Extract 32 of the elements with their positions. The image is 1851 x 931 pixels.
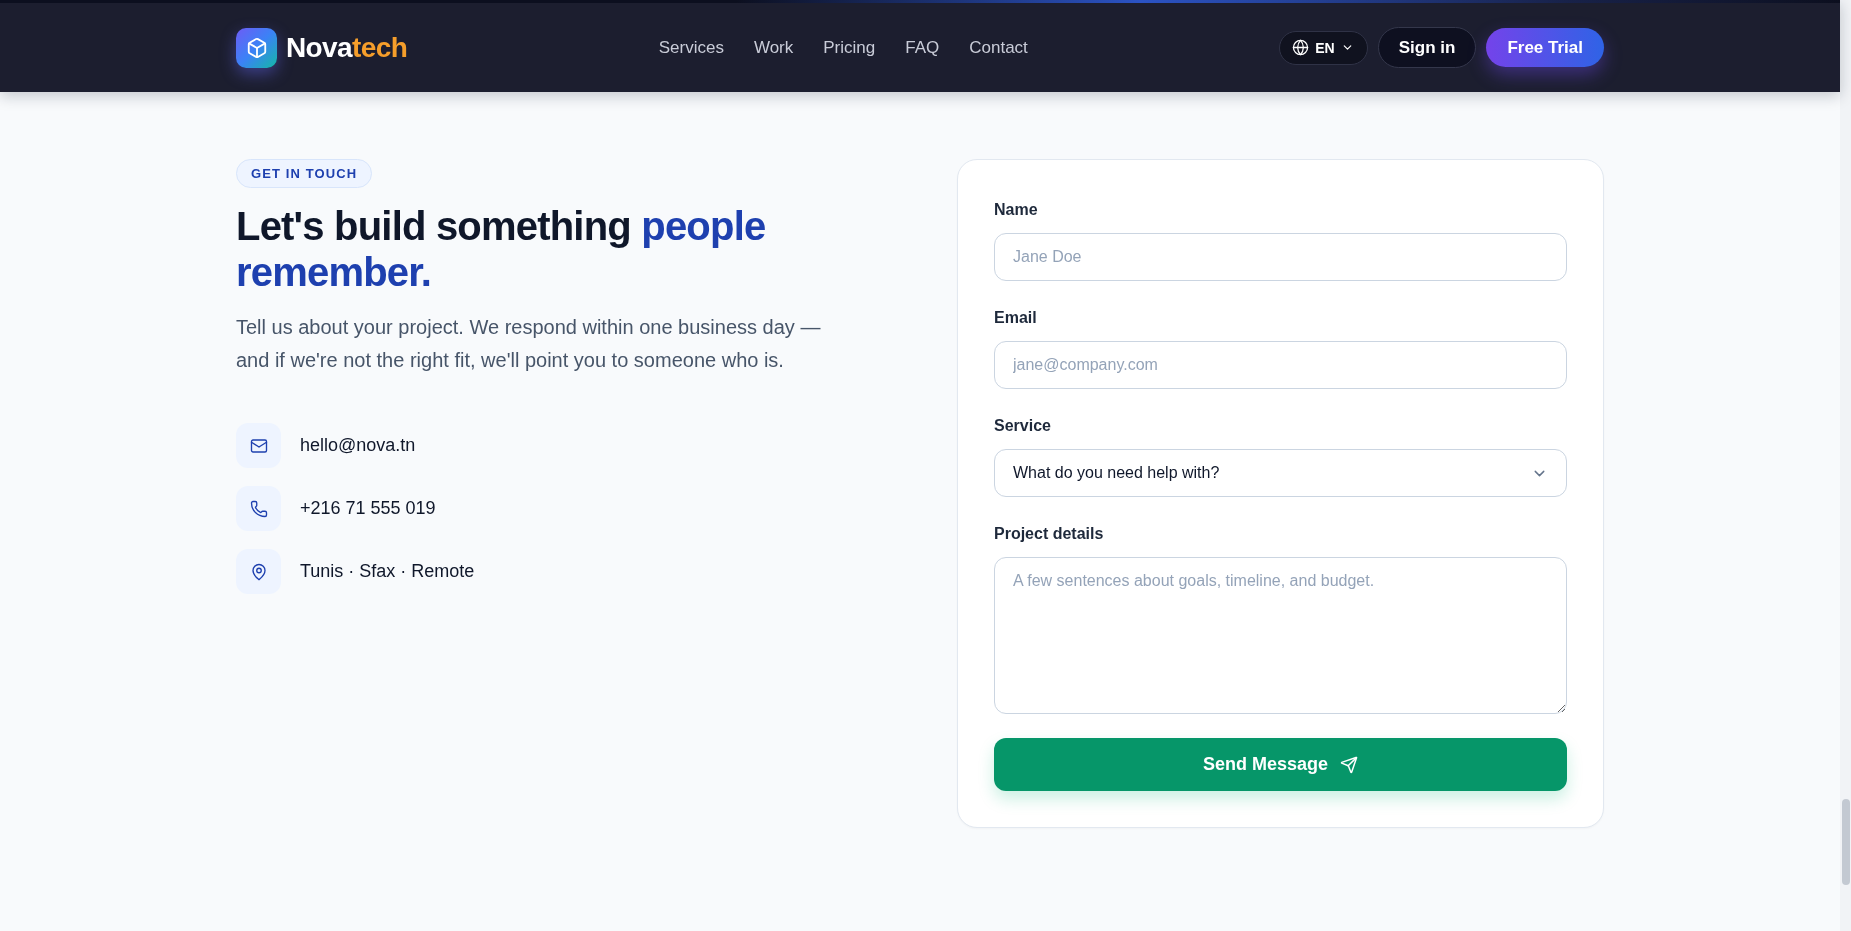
scrollbar[interactable] <box>1840 0 1851 931</box>
send-message-button[interactable]: Send Message <box>994 738 1567 791</box>
field-label: Service <box>994 416 1052 436</box>
send-icon <box>1340 755 1359 774</box>
field-label: Name <box>994 200 1039 220</box>
globe-icon <box>1292 39 1310 56</box>
input-field[interactable]: Jane Doe <box>994 233 1567 281</box>
phone-icon <box>236 486 281 531</box>
input-field[interactable]: jane@company.com <box>994 341 1567 389</box>
sign-in-button[interactable]: Sign in <box>1377 27 1477 68</box>
nav-link[interactable]: Services <box>650 31 732 64</box>
section-badge: GET IN TOUCH <box>236 159 373 188</box>
section-heading: Let's build something people remember. <box>236 203 767 295</box>
mail-icon <box>236 423 281 468</box>
nav-link[interactable]: Contact <box>961 31 1036 64</box>
nav-link[interactable]: Work <box>745 31 802 64</box>
nav-link[interactable]: FAQ <box>897 31 948 64</box>
select-field[interactable]: What do you need help with? <box>994 449 1567 497</box>
field-label: Email <box>994 308 1038 328</box>
nav-link[interactable]: Pricing <box>815 31 884 64</box>
map-pin-icon <box>236 549 281 594</box>
language-selector[interactable]: EN <box>1279 30 1368 65</box>
brand-name[interactable]: Novatech <box>286 31 408 64</box>
field-label: Project details <box>994 524 1105 544</box>
contact-detail: hello@nova.tn <box>300 435 416 456</box>
scrollbar-thumb[interactable] <box>1842 799 1850 885</box>
contact-detail: Tunis · Sfax · Remote <box>300 561 475 582</box>
textarea-field[interactable]: A few sentences about goals, timeline, and budget. <box>994 557 1567 714</box>
section-description: Tell us about your project. We respond within one business day — and if we're not the right fit, we'll point you to someone who is. <box>236 315 822 373</box>
contact-detail: +216 71 555 019 <box>300 498 436 519</box>
cube-icon <box>236 27 277 68</box>
free-trial-button[interactable]: Free Trial <box>1486 28 1604 67</box>
